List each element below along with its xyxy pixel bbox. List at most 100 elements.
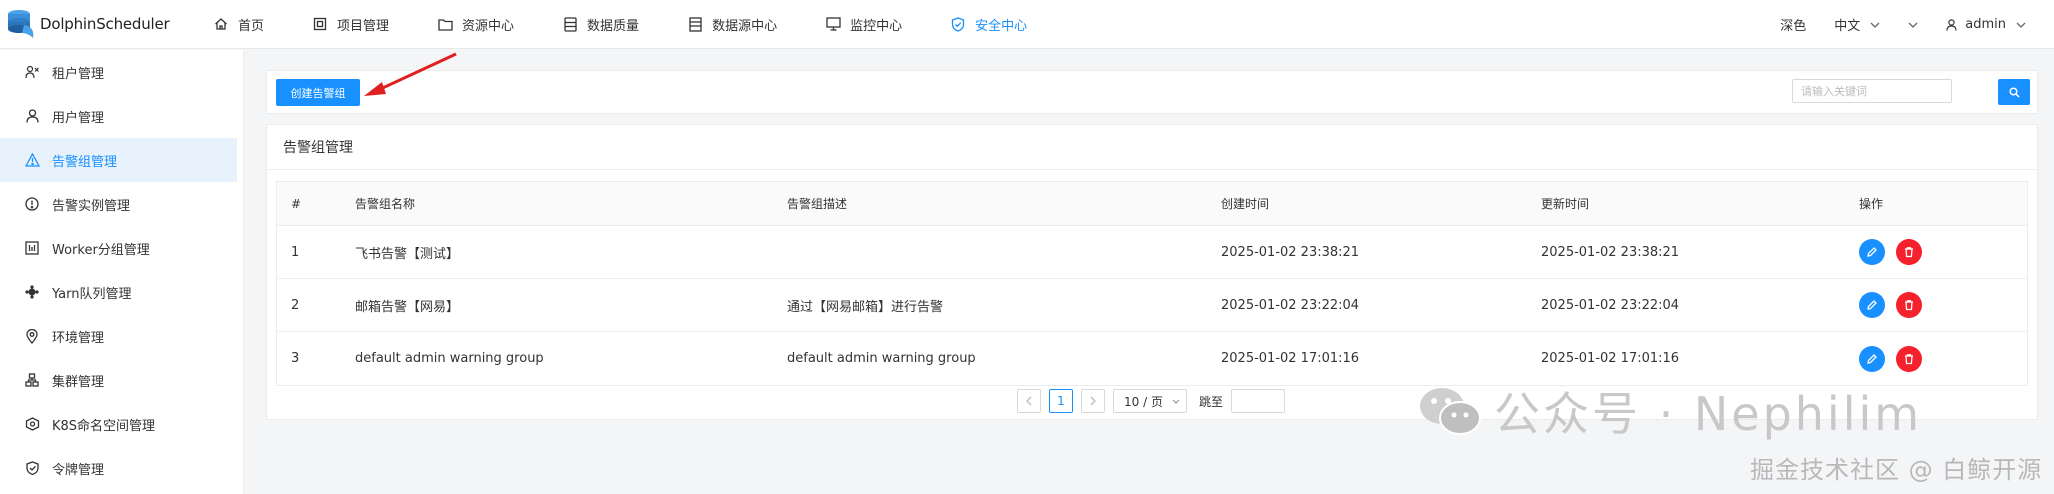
row-index: 2 [291, 297, 300, 313]
table-row: 1 飞书告警【测试】 2025-01-02 23:38:21 2025-01-0… [277, 226, 2027, 279]
wechat-logo-icon [1418, 384, 1482, 438]
chevron-down-icon [1908, 18, 1918, 31]
language-select[interactable]: 中文 [1834, 15, 1880, 34]
sidebar-item-k8s-namespace[interactable]: K8S命名空间管理 [0, 402, 243, 446]
create-time: 2025-01-02 17:01:16 [1221, 351, 1360, 366]
page-size-label: 10 / 页 [1124, 394, 1163, 409]
extra-dropdown[interactable] [1908, 18, 1918, 31]
nav-label: 首页 [238, 18, 265, 34]
home-icon [213, 16, 229, 32]
annotation-arrow-icon [364, 52, 457, 96]
chevron-down-icon [1870, 18, 1880, 31]
sidebar-item-label: 环境管理 [52, 330, 105, 346]
cluster-icon [24, 372, 40, 388]
nav-data-quality[interactable]: 数据质量 [550, 0, 651, 49]
sidebar-item-alert-instance[interactable]: 告警实例管理 [0, 182, 243, 226]
create-time: 2025-01-02 23:22:04 [1221, 297, 1360, 313]
row-actions [1859, 226, 1933, 278]
sidebar-item-yarn-queue[interactable]: Yarn队列管理 [0, 270, 243, 314]
search-button[interactable] [1998, 79, 2030, 105]
environment-icon [24, 328, 40, 344]
sidebar-item-token[interactable]: 令牌管理 [0, 446, 243, 490]
token-icon [24, 460, 40, 476]
nav-home[interactable]: 首页 [201, 0, 276, 49]
edit-icon [1866, 299, 1878, 311]
delete-button[interactable] [1896, 292, 1922, 318]
chevron-left-icon [1026, 396, 1032, 406]
chevron-right-icon [1090, 396, 1096, 406]
nav-label: 项目管理 [337, 18, 390, 34]
group-name: 飞书告警【测试】 [355, 246, 460, 262]
alert-group-card: 告警组管理 # 告警组名称 告警组描述 创建时间 更新时间 操作 1 飞书告警【… [266, 124, 2038, 420]
delete-button[interactable] [1896, 239, 1922, 265]
worker-group-icon [24, 240, 40, 256]
search-input[interactable] [1792, 79, 1952, 103]
sidebar-item-cluster[interactable]: 集群管理 [0, 358, 243, 402]
theme-toggle[interactable]: 深色 [1780, 15, 1806, 34]
column-header: 创建时间 [1221, 197, 1270, 211]
language-label: 中文 [1834, 19, 1861, 34]
page-size-select[interactable]: 10 / 页 [1113, 389, 1187, 413]
nav-resource[interactable]: 资源中心 [425, 0, 526, 49]
sidebar-item-label: 租户管理 [52, 66, 105, 82]
nav-monitor[interactable]: 监控中心 [813, 0, 914, 49]
sidebar-item-label: 告警组管理 [52, 154, 118, 170]
sidebar-item-alert-group[interactable]: 告警组管理 [0, 138, 237, 182]
row-actions [1859, 279, 1933, 331]
sidebar-item-label: 集群管理 [52, 374, 105, 390]
sidebar-item-user[interactable]: 用户管理 [0, 94, 243, 138]
toolbar-card: 创建告警组 [266, 70, 2038, 114]
sidebar-item-environment[interactable]: 环境管理 [0, 314, 243, 358]
app-logo[interactable]: DolphinScheduler [0, 7, 193, 41]
column-header: 操作 [1859, 197, 1884, 211]
delete-button[interactable] [1896, 345, 1922, 372]
nav-label: 安全中心 [975, 18, 1028, 34]
update-time: 2025-01-02 23:38:21 [1541, 244, 1680, 260]
sidebar-item-worker-group[interactable]: Worker分组管理 [0, 226, 243, 270]
sidebar-item-tenant[interactable]: 租户管理 [0, 50, 243, 94]
column-header: 更新时间 [1541, 197, 1590, 211]
column-header: 告警组描述 [787, 197, 848, 211]
row-index: 3 [291, 351, 300, 366]
sidebar-item-label: 令牌管理 [52, 462, 105, 478]
nav-datasource[interactable]: 数据源中心 [675, 0, 789, 49]
watermark-text: 公众号 · Nephilim [1494, 387, 1923, 441]
prev-page-button[interactable] [1017, 389, 1041, 413]
nav-security[interactable]: 安全中心 [938, 0, 1039, 49]
project-icon [312, 16, 328, 32]
watermark-subtext: 掘金技术社区 @ 白鲸开源 [1750, 456, 2043, 484]
watermark: 公众号 · Nephilim [1418, 378, 1922, 444]
create-time: 2025-01-02 23:38:21 [1221, 244, 1360, 260]
edit-button[interactable] [1859, 345, 1885, 372]
app-name: DolphinScheduler [40, 15, 170, 33]
k8s-namespace-icon [24, 416, 40, 432]
edit-button[interactable] [1859, 292, 1885, 318]
nav-label: 数据源中心 [712, 18, 778, 34]
theme-label: 深色 [1780, 19, 1807, 34]
next-page-button[interactable] [1081, 389, 1105, 413]
page-number-button[interactable]: 1 [1049, 389, 1073, 413]
column-header: # [291, 196, 302, 211]
sidebar-item-label: Yarn队列管理 [52, 286, 132, 302]
dolphin-logo-icon [6, 7, 36, 41]
table-header: # 告警组名称 告警组描述 创建时间 更新时间 操作 [277, 182, 2027, 226]
nav-project[interactable]: 项目管理 [300, 0, 401, 49]
data-quality-icon [562, 16, 578, 32]
user-icon [24, 108, 40, 124]
delete-icon [1903, 299, 1915, 311]
alert-group-table: # 告警组名称 告警组描述 创建时间 更新时间 操作 1 飞书告警【测试】 20… [276, 181, 2028, 386]
alert-instance-icon [24, 196, 40, 212]
card-divider [267, 169, 2037, 170]
edit-button[interactable] [1859, 239, 1885, 265]
user-icon [1946, 18, 1957, 31]
create-alert-group-button[interactable]: 创建告警组 [276, 79, 360, 106]
edit-icon [1866, 246, 1878, 258]
chevron-down-icon [2016, 18, 2026, 31]
user-menu[interactable]: admin [1946, 17, 2026, 32]
datasource-icon [687, 16, 703, 32]
update-time: 2025-01-02 23:22:04 [1541, 297, 1680, 313]
pagination: 1 10 / 页 跳至 [1017, 387, 1286, 415]
shield-icon [950, 16, 966, 32]
sidebar-item-label: 用户管理 [52, 110, 105, 126]
jump-page-input[interactable] [1231, 389, 1286, 413]
